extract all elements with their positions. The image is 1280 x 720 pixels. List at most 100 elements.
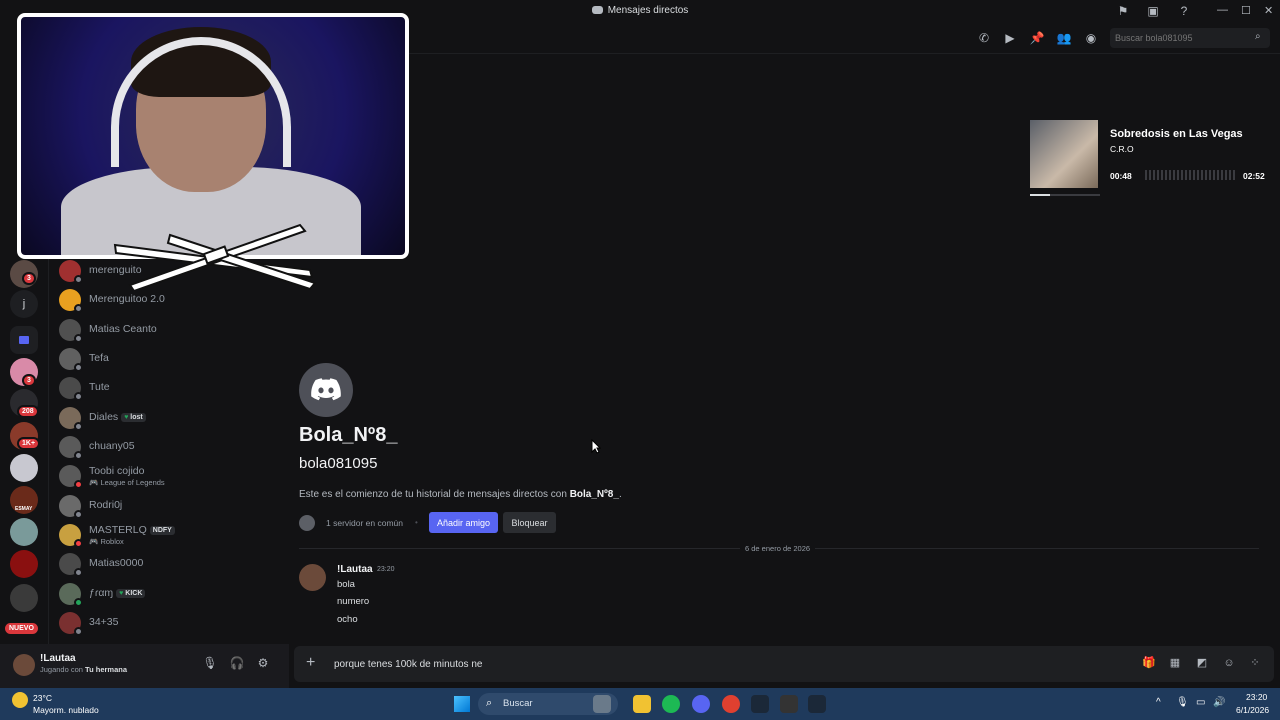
dm-item[interactable]: Tute: [59, 377, 279, 405]
spotify-icon[interactable]: [662, 695, 680, 713]
weather-description[interactable]: Mayorm. nublado: [33, 705, 99, 715]
server-icon[interactable]: [10, 518, 38, 546]
chrome-icon[interactable]: [722, 695, 740, 713]
sticker-icon[interactable]: ◩: [1195, 656, 1209, 670]
dm-item[interactable]: Matias Ceanto: [59, 319, 279, 347]
user-activity: Jugando con Tu hermana: [40, 665, 127, 674]
taskbar-time[interactable]: 23:20: [1246, 692, 1267, 702]
inbox-icon[interactable]: ▣: [1145, 3, 1161, 19]
gif-icon[interactable]: ▦: [1168, 656, 1182, 670]
message-timestamp: 23:20: [377, 566, 395, 573]
weather-temperature[interactable]: 23°C: [33, 693, 52, 703]
dm-item-name: Tefa: [89, 352, 109, 364]
status-indicator: [74, 568, 83, 577]
user-avatar[interactable]: [13, 654, 35, 676]
help-icon[interactable]: ?: [1176, 3, 1192, 19]
weather-icon[interactable]: [12, 692, 28, 708]
apps-icon[interactable]: ⁘: [1248, 656, 1262, 670]
flag-icon[interactable]: ⚑: [1115, 3, 1131, 19]
server-icon[interactable]: [10, 584, 38, 612]
server-icon-letter[interactable]: j: [10, 290, 38, 318]
gift-icon[interactable]: 🎁: [1142, 656, 1156, 670]
file-explorer-icon[interactable]: [633, 695, 651, 713]
status-indicator: [74, 539, 83, 548]
song-title: Sobredosis en Las Vegas: [1110, 128, 1243, 140]
user-profile-icon[interactable]: ◉: [1083, 30, 1099, 46]
tray-chevron-icon[interactable]: ^: [1156, 697, 1161, 708]
progress-fill: [1030, 194, 1050, 196]
message-input[interactable]: [334, 654, 1114, 674]
dm-item-activity: 🎮 League of Legends: [89, 478, 165, 487]
heart-icon: ♥: [119, 590, 124, 597]
attach-plus-icon[interactable]: +: [306, 654, 315, 672]
status-indicator: [74, 334, 83, 343]
add-friends-icon[interactable]: 👥: [1056, 30, 1072, 46]
dm-item-name: ƒɾαɱ ♥ KICK: [89, 587, 146, 599]
windows-taskbar: 23°C Mayorm. nublado ⌕ Buscar ^ 🎙 ▭ 🔊 23…: [0, 688, 1280, 720]
pin-icon[interactable]: 📌: [1029, 30, 1045, 46]
dm-item[interactable]: Rodri0j: [59, 495, 279, 523]
server-icon[interactable]: [10, 454, 38, 482]
dm-item-name: Diales ♥ lost: [89, 411, 146, 423]
steam-icon[interactable]: [751, 695, 769, 713]
volume-icon[interactable]: 🔊: [1213, 697, 1225, 708]
dm-item[interactable]: Diales ♥ lost: [59, 407, 279, 435]
network-icon[interactable]: ▭: [1196, 697, 1205, 708]
status-indicator: [74, 451, 83, 460]
dm-item[interactable]: Toobi cojido 🎮 League of Legends: [59, 465, 279, 493]
video-call-icon[interactable]: ▶: [1002, 30, 1018, 46]
dm-item-name: Matias0000: [89, 557, 144, 569]
mouse-cursor: [591, 439, 601, 454]
album-cover: [1030, 120, 1098, 188]
add-friend-button[interactable]: Añadir amigo: [429, 512, 498, 533]
server-icon[interactable]: [10, 550, 38, 578]
microphone-icon[interactable]: 🎙: [202, 656, 218, 672]
dm-item[interactable]: ƒɾαɱ ♥ KICK: [59, 583, 279, 611]
taskbar-app-icon[interactable]: [593, 695, 611, 713]
mention-badge: 1K+: [17, 437, 41, 450]
start-button[interactable]: [454, 696, 470, 712]
heart-icon: ♥: [124, 414, 129, 421]
game-icon: 🎮: [89, 478, 99, 487]
minimize-button[interactable]: —: [1217, 4, 1228, 16]
waveform: [1145, 170, 1235, 180]
dm-item[interactable]: MASTERLQ NDFY 🎮 Roblox: [59, 524, 279, 552]
message-line: numero: [337, 596, 370, 607]
search-icon: ⌕: [1255, 31, 1261, 42]
close-button[interactable]: ✕: [1264, 4, 1273, 17]
mutual-servers-link[interactable]: 1 servidor en común: [326, 518, 403, 528]
dm-item[interactable]: Tefa: [59, 348, 279, 376]
dm-item-name: 34+35: [89, 616, 119, 628]
server-icon-esmay[interactable]: ESMAY: [10, 486, 38, 514]
dm-item-name: Tute: [89, 381, 110, 393]
separator-dot: •: [415, 518, 418, 527]
discord-window: Mensajes directos ⚑ ▣ ? — ☐ ✕ 3 j 3 208 …: [0, 0, 1280, 688]
dm-item-name: Merenguitoo 2.0: [89, 293, 165, 305]
steam-icon[interactable]: [808, 695, 826, 713]
mention-badge: 3: [22, 272, 36, 285]
search-input[interactable]: [1110, 28, 1270, 48]
dm-item[interactable]: 34+35: [59, 612, 279, 640]
message-avatar[interactable]: [299, 564, 326, 591]
voice-call-icon[interactable]: ✆: [976, 30, 992, 46]
message-author[interactable]: !Lautaa: [337, 564, 373, 575]
taskbar-search-label: Buscar: [503, 698, 533, 709]
discord-icon: [591, 6, 603, 14]
profile-tag: NDFY: [149, 526, 175, 535]
obs-icon[interactable]: [780, 695, 798, 713]
maximize-button[interactable]: ☐: [1241, 4, 1251, 17]
block-button[interactable]: Bloquear: [503, 512, 556, 533]
dm-item[interactable]: Merenguitoo 2.0: [59, 289, 279, 317]
mention-badge: 208: [17, 405, 39, 418]
folder-icon[interactable]: [10, 326, 38, 354]
discord-taskbar-icon[interactable]: [692, 695, 710, 713]
microphone-tray-icon[interactable]: 🎙: [1176, 697, 1189, 708]
dm-item[interactable]: chuany05: [59, 436, 279, 464]
taskbar-date[interactable]: 6/1/2026: [1236, 705, 1269, 715]
emoji-icon[interactable]: ☺: [1222, 656, 1236, 670]
headphones-icon[interactable]: 🎧: [229, 656, 245, 672]
settings-gear-icon[interactable]: ⚙: [255, 656, 271, 672]
mention-badge: 3: [22, 374, 36, 387]
dm-display-name: Bola_Nº8_: [299, 424, 398, 446]
dm-item[interactable]: Matias0000: [59, 553, 279, 581]
